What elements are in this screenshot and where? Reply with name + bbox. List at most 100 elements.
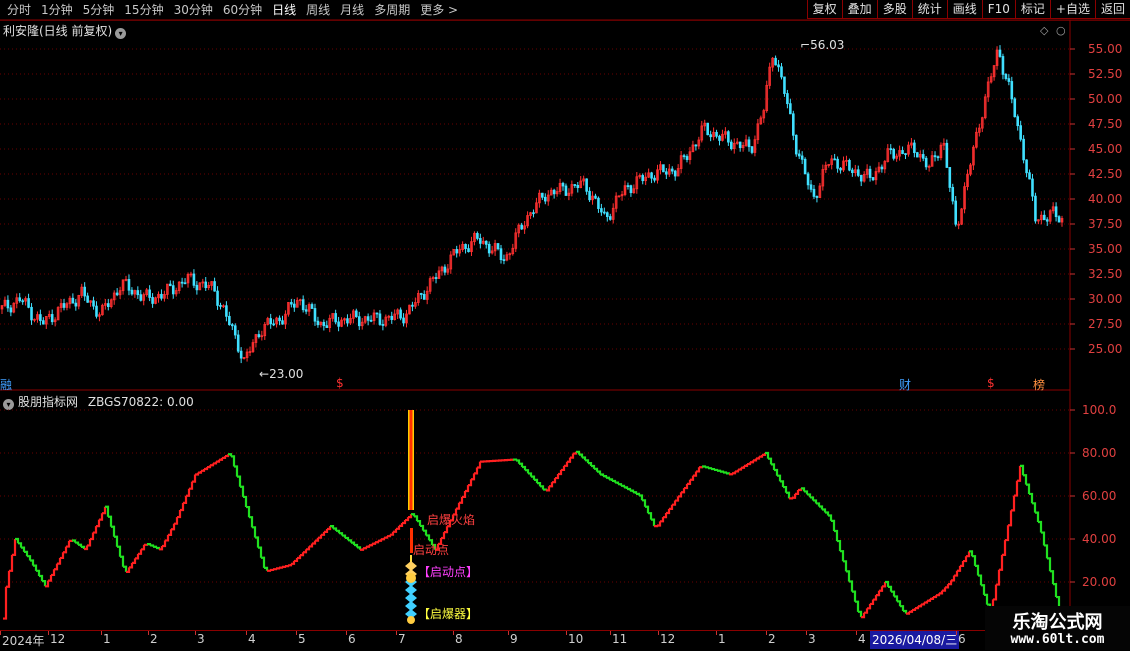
marker-dollar-1[interactable]: $ xyxy=(336,376,344,390)
date-tick xyxy=(195,631,196,635)
candle xyxy=(970,163,972,176)
price-tick-label: 55.00 xyxy=(1088,42,1122,56)
indicator-segment xyxy=(348,540,351,542)
candle xyxy=(636,172,638,194)
indicator-segment xyxy=(546,486,549,490)
price-tick-label: 47.50 xyxy=(1088,117,1122,131)
indicator-segment xyxy=(150,545,153,546)
indicator-segment xyxy=(426,535,429,540)
candle xyxy=(757,119,759,144)
indicator-segment xyxy=(222,456,225,458)
candle xyxy=(39,310,41,326)
indicator-segment xyxy=(600,475,603,477)
indicator-segment xyxy=(363,547,366,549)
indicator-segment xyxy=(633,492,636,494)
indicator-segment xyxy=(840,551,843,561)
candle xyxy=(698,137,700,149)
candle xyxy=(344,318,346,325)
indicator-segment xyxy=(846,571,849,581)
indicator-segment xyxy=(651,520,654,526)
indicator-segment xyxy=(300,552,303,555)
indicator-segment xyxy=(966,551,969,556)
candle xyxy=(237,330,239,353)
marker-dollar-2[interactable]: $ xyxy=(987,376,995,390)
candle xyxy=(57,306,59,320)
indicator-segment xyxy=(237,477,240,487)
indicator-segment xyxy=(567,458,570,462)
indicator-segment xyxy=(852,592,855,602)
indicator-segment xyxy=(183,496,186,503)
candle xyxy=(326,321,328,328)
date-label: 1 xyxy=(103,632,111,646)
indicator-segment xyxy=(60,552,63,558)
indicator-segment xyxy=(822,509,825,512)
candle xyxy=(28,294,30,308)
candle xyxy=(533,209,535,217)
candle xyxy=(704,120,706,131)
candle xyxy=(781,63,783,79)
indicator-segment xyxy=(381,538,384,540)
indicator-segment xyxy=(420,526,423,531)
marker-finance[interactable]: 财 xyxy=(899,376,911,393)
candle xyxy=(925,156,927,170)
indicator-segment xyxy=(234,467,237,477)
indicator-segment xyxy=(1047,558,1050,571)
indicator-segment xyxy=(870,600,873,604)
candle xyxy=(90,300,92,307)
indicator-segment xyxy=(393,529,396,532)
indicator-segment xyxy=(264,568,267,571)
candle xyxy=(716,130,718,139)
indicator-segment xyxy=(144,544,147,545)
indicator-segment xyxy=(780,481,783,487)
price-axis: 55.0052.5050.0047.5045.0042.5040.0037.50… xyxy=(1040,24,1122,589)
candle xyxy=(311,303,313,309)
indicator-segment xyxy=(879,586,882,590)
candle xyxy=(140,290,142,302)
kline-chart[interactable]: 55.0052.5050.0047.5045.0042.5040.0037.50… xyxy=(0,0,1130,650)
candle xyxy=(456,246,458,258)
indicator-segment xyxy=(36,571,39,576)
candle xyxy=(878,162,880,173)
candle xyxy=(1005,73,1007,81)
indicator-segment xyxy=(339,533,342,535)
indicator-segment xyxy=(732,471,735,473)
indicator-segment xyxy=(513,460,516,461)
date-tick xyxy=(956,631,957,635)
candle xyxy=(1026,159,1028,177)
candle xyxy=(10,305,12,316)
candle xyxy=(949,167,951,192)
indicator-segment xyxy=(555,474,558,478)
candle xyxy=(116,288,118,296)
candle xyxy=(940,142,942,160)
candle xyxy=(978,124,980,137)
indicator-segment xyxy=(723,472,726,473)
marker-margin[interactable]: 融 xyxy=(0,376,12,393)
indicator-segment xyxy=(864,608,867,612)
indicator-segment xyxy=(375,541,378,543)
indicator-segment xyxy=(798,488,801,490)
candle xyxy=(1035,193,1037,224)
indicator-segment xyxy=(93,526,96,532)
indicator-segment xyxy=(1011,496,1014,511)
indicator-segment xyxy=(750,460,753,462)
candle xyxy=(556,187,558,197)
candle xyxy=(429,276,431,294)
candle xyxy=(249,347,251,357)
candle xyxy=(937,155,939,160)
indicator-segment xyxy=(627,489,630,491)
indicator-segment xyxy=(1026,485,1029,494)
candle xyxy=(503,255,505,265)
marker-rank[interactable]: 榜 xyxy=(1033,376,1045,393)
candle xyxy=(166,284,168,299)
candle xyxy=(113,290,115,304)
candle xyxy=(54,317,56,326)
indicator-segment xyxy=(1005,525,1008,540)
candle xyxy=(19,293,21,303)
indicator-segment xyxy=(639,495,642,500)
indicator-segment xyxy=(354,545,357,547)
candle xyxy=(471,237,473,256)
candle xyxy=(432,276,434,282)
indicator-segment xyxy=(522,467,525,470)
indicator-segment xyxy=(927,599,930,601)
candle xyxy=(13,302,15,313)
